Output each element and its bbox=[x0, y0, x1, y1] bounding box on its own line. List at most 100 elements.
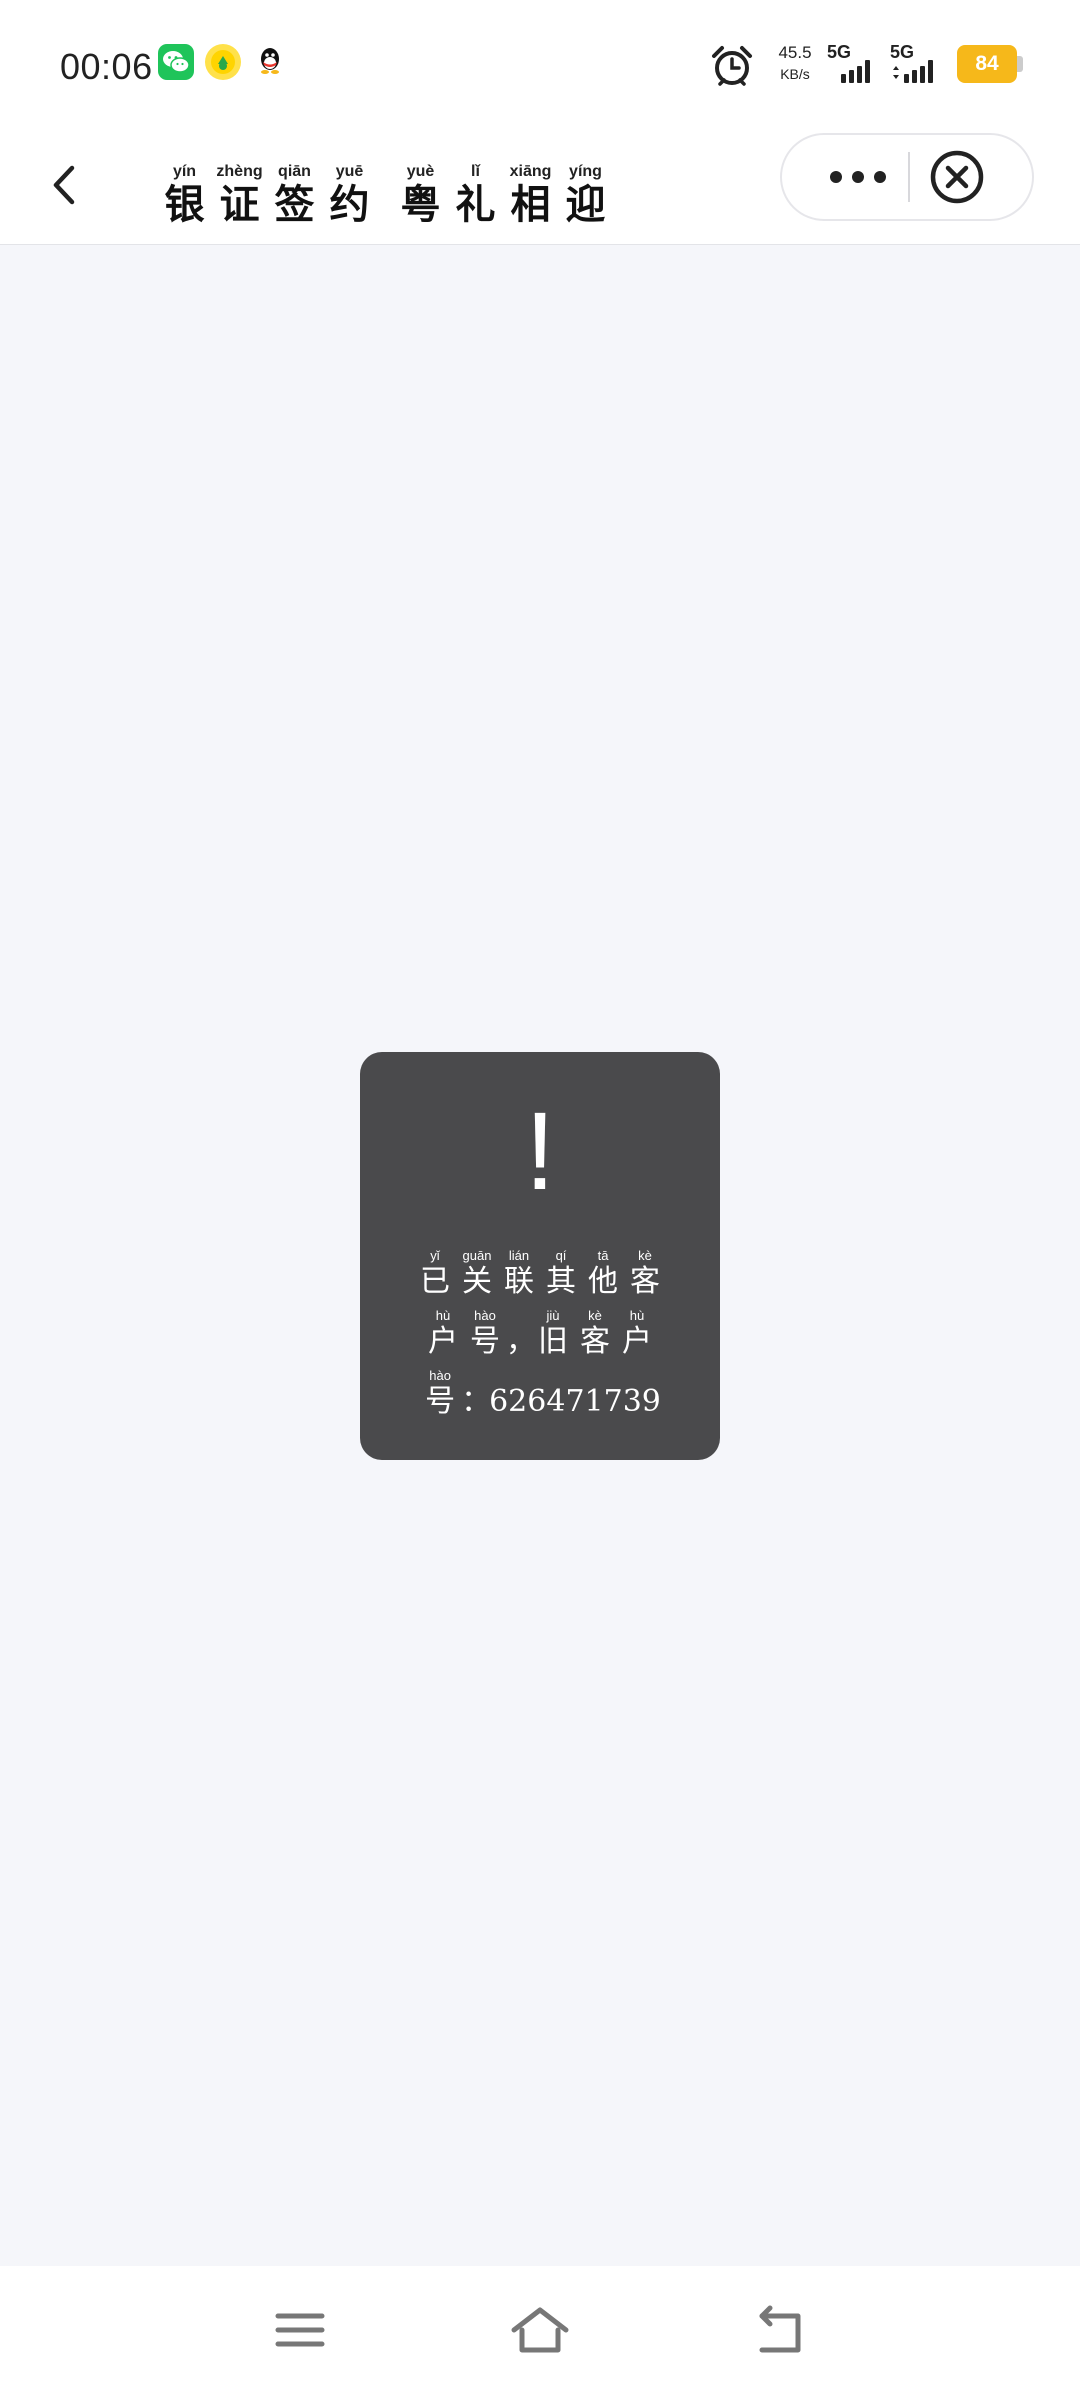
close-mini-program-button[interactable] bbox=[929, 149, 985, 205]
pinyin-annotation: hào bbox=[429, 1368, 451, 1383]
old-account-number: 626471739 bbox=[489, 1384, 661, 1419]
home-icon bbox=[511, 2307, 569, 2353]
pinyin-annotation: kè bbox=[588, 1308, 602, 1323]
toast-text: yǐ 已 guān 关 lián 联 qí 其 tā 他 kè 客 hù 户 hào 号， jiù 旧 kè 客 hù… bbox=[360, 1240, 720, 1420]
ruby-character: ， bbox=[506, 1308, 536, 1360]
ruby-character: yín 银 bbox=[157, 162, 212, 228]
toast-line: hào 号： 626471739 bbox=[360, 1360, 720, 1420]
signal-strength-sim1: 5G bbox=[827, 42, 887, 86]
hanzi-character: 户 bbox=[428, 1324, 458, 1359]
home-button[interactable] bbox=[510, 2302, 569, 2358]
pinyin-annotation bbox=[506, 1308, 532, 1324]
ruby-character: lián 联 bbox=[498, 1248, 540, 1300]
hanzi-character: 客 bbox=[630, 1264, 660, 1299]
hanzi-character: 关 bbox=[462, 1264, 492, 1299]
pinyin-annotation: yín bbox=[172, 163, 197, 180]
pinyin-annotation: qiān bbox=[278, 163, 311, 180]
system-navigation-bar bbox=[0, 2266, 1080, 2392]
pinyin-annotation: qí bbox=[555, 1248, 567, 1263]
battery-indicator: 84 bbox=[957, 45, 1017, 83]
hanzi-character: 客 bbox=[580, 1324, 610, 1359]
return-icon bbox=[759, 2305, 801, 2353]
ruby-character: lǐ 礼 bbox=[448, 162, 503, 228]
pinyin-annotation: tā bbox=[597, 1248, 609, 1263]
pinyin-annotation: yíng bbox=[569, 163, 602, 180]
ruby-character: qiān 签 bbox=[267, 162, 322, 228]
ruby-character: qí 其 bbox=[540, 1248, 582, 1300]
toast-message: ! yǐ 已 guān 关 lián 联 qí 其 tā 他 kè 客 hù 户 hào 号， jiù 旧 kè 客… bbox=[360, 1052, 720, 1460]
hanzi-character: 粤 bbox=[400, 182, 441, 228]
wechat-icon bbox=[158, 44, 194, 80]
ruby-character: xiāng 相 bbox=[503, 162, 558, 228]
network-speed-unit: KB/s bbox=[780, 65, 810, 82]
hanzi-character: 签 bbox=[274, 182, 315, 228]
ruby-character: jiù 旧 bbox=[532, 1308, 574, 1360]
pinyin-annotation: yǐ bbox=[430, 1248, 440, 1263]
clock-time: 00:06 bbox=[60, 46, 153, 87]
toast-line: hù 户 hào 号， jiù 旧 kè 客 hù 户 bbox=[360, 1300, 720, 1360]
hanzi-character: 迎 bbox=[565, 182, 606, 228]
battery-tip bbox=[1017, 56, 1023, 72]
pinyin-annotation: hù bbox=[435, 1308, 451, 1323]
ruby-character: hù 户 bbox=[616, 1308, 658, 1360]
status-bar: 00:06 45.5 KB/s 5G 5G 84 bbox=[0, 0, 1080, 130]
hanzi-character: ， bbox=[506, 1324, 536, 1359]
hanzi-character: 相 bbox=[510, 182, 551, 228]
ruby-character: yíng 迎 bbox=[558, 162, 613, 228]
ruby-character: yuē 约 bbox=[322, 162, 377, 228]
hanzi-character: 约 bbox=[329, 182, 370, 228]
ruby-character: zhèng 证 bbox=[212, 162, 267, 228]
ruby-character: kè 客 bbox=[574, 1308, 616, 1360]
hanzi-character: ： bbox=[461, 1384, 492, 1419]
hanzi-character: 旧 bbox=[538, 1324, 568, 1359]
nav-bar: yín 银 zhèng 证 qiān 签 yuē 约 yuè 粤 lǐ 礼 xiāng 相 yíng 迎 bbox=[0, 130, 1080, 245]
system-back-button[interactable] bbox=[750, 2302, 806, 2358]
ruby-character: hào 号 bbox=[419, 1368, 461, 1420]
hanzi-character: 已 bbox=[420, 1264, 450, 1299]
mini-program-capsule bbox=[780, 133, 1034, 221]
ruby-character: tā 他 bbox=[582, 1248, 624, 1300]
hanzi-character: 户 bbox=[622, 1324, 652, 1359]
hanzi-character: 联 bbox=[504, 1264, 534, 1299]
pinyin-annotation: hù bbox=[629, 1308, 645, 1323]
pinyin-annotation: lián bbox=[508, 1248, 530, 1263]
pinyin-annotation: lǐ bbox=[471, 163, 480, 180]
page-title: yín 银 zhèng 证 qiān 签 yuē 约 yuè 粤 lǐ 礼 xiāng 相 yíng 迎 bbox=[157, 148, 613, 228]
music-app-icon bbox=[205, 44, 241, 80]
ruby-character: hù 户 bbox=[422, 1308, 464, 1360]
close-circle-icon bbox=[930, 150, 984, 204]
hanzi-character: 证 bbox=[219, 182, 260, 228]
pinyin-annotation: zhèng bbox=[216, 163, 263, 180]
ruby-character: kè 客 bbox=[624, 1248, 666, 1300]
hanzi-character: 礼 bbox=[455, 182, 496, 228]
ruby-character: yǐ 已 bbox=[414, 1248, 456, 1300]
hanzi-character: 银 bbox=[164, 182, 205, 228]
qq-icon bbox=[252, 44, 288, 80]
toast-line: yǐ 已 guān 关 lián 联 qí 其 tā 他 kè 客 bbox=[360, 1240, 720, 1300]
pinyin-annotation: yuē bbox=[335, 163, 364, 180]
pinyin-annotation: hào bbox=[474, 1308, 496, 1323]
hanzi-character: 他 bbox=[588, 1264, 618, 1299]
alarm-clock-icon bbox=[710, 44, 754, 88]
pinyin-annotation: kè bbox=[638, 1248, 652, 1263]
back-button[interactable] bbox=[30, 148, 100, 218]
menu-icon bbox=[275, 2313, 325, 2347]
hanzi-character: 号 bbox=[470, 1324, 500, 1359]
more-options-button[interactable] bbox=[818, 135, 898, 219]
hanzi-character: 其 bbox=[546, 1264, 576, 1299]
network-speed: 45.5 KB/s bbox=[770, 43, 820, 82]
ruby-character: hào 号 bbox=[464, 1308, 506, 1360]
network-speed-value: 45.5 bbox=[778, 43, 812, 62]
exclamation-icon: ! bbox=[524, 1090, 556, 1213]
ruby-character: yuè 粤 bbox=[393, 162, 448, 228]
ruby-character: guān 关 bbox=[456, 1248, 498, 1300]
capsule-divider bbox=[908, 152, 910, 202]
pinyin-annotation: jiù bbox=[546, 1308, 560, 1323]
pinyin-annotation: xiāng bbox=[509, 163, 552, 180]
hanzi-character: 号 bbox=[425, 1384, 456, 1419]
pinyin-annotation: yuè bbox=[406, 163, 435, 180]
signal-strength-sim2: 5G bbox=[890, 42, 950, 86]
pinyin-annotation bbox=[461, 1368, 487, 1384]
recent-apps-button[interactable] bbox=[272, 2302, 328, 2358]
pinyin-annotation: guān bbox=[462, 1248, 492, 1263]
